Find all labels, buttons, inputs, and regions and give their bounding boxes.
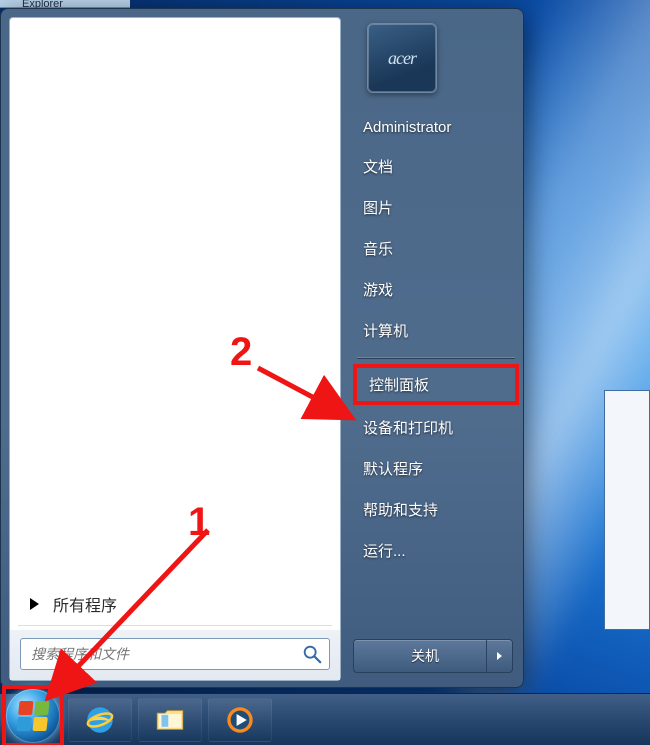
- user-picture[interactable]: acer: [367, 23, 437, 93]
- window-right-fragment: [604, 390, 650, 630]
- menu-run[interactable]: 运行...: [347, 530, 524, 571]
- menu-documents[interactable]: 文档: [347, 146, 524, 187]
- start-menu-left-panel: 所有程序: [9, 17, 341, 681]
- search-row: [10, 630, 340, 680]
- taskbar-item-media-player[interactable]: [208, 698, 272, 742]
- menu-help-support[interactable]: 帮助和支持: [347, 489, 524, 530]
- separator: [357, 357, 515, 358]
- windows-logo-icon: [16, 701, 49, 731]
- menu-default-programs[interactable]: 默认程序: [347, 448, 524, 489]
- pinned-programs-area: [10, 18, 340, 587]
- menu-computer[interactable]: 计算机: [347, 310, 524, 351]
- menu-control-panel[interactable]: 控制面板: [353, 364, 519, 405]
- shutdown-label: 关机: [354, 646, 486, 666]
- shutdown-options-split[interactable]: [486, 640, 512, 672]
- start-menu: 所有程序 acer Administrator 文档 图片 音乐 游戏 计算机 …: [0, 8, 524, 688]
- search-box[interactable]: [20, 638, 330, 670]
- folder-icon: [153, 703, 187, 737]
- taskbar: [0, 693, 650, 745]
- search-input[interactable]: [31, 646, 295, 662]
- taskbar-item-explorer[interactable]: [138, 698, 202, 742]
- start-button[interactable]: [6, 689, 60, 743]
- search-icon: [301, 643, 323, 665]
- menu-username[interactable]: Administrator: [347, 109, 524, 146]
- menu-pictures[interactable]: 图片: [347, 187, 524, 228]
- all-programs-button[interactable]: 所有程序: [10, 587, 340, 621]
- menu-devices-printers[interactable]: 设备和打印机: [347, 407, 524, 448]
- taskbar-item-ie[interactable]: [68, 698, 132, 742]
- triangle-right-icon: [30, 598, 39, 610]
- internet-explorer-icon: [83, 703, 117, 737]
- all-programs-label: 所有程序: [53, 592, 117, 616]
- chevron-right-icon: [497, 652, 502, 660]
- menu-music[interactable]: 音乐: [347, 228, 524, 269]
- shutdown-button[interactable]: 关机: [353, 639, 513, 673]
- window-titlebar-fragment: Explorer: [0, 0, 130, 8]
- menu-games[interactable]: 游戏: [347, 269, 524, 310]
- start-menu-right-panel: acer Administrator 文档 图片 音乐 游戏 计算机 控制面板 …: [347, 9, 524, 688]
- divider: [18, 625, 332, 626]
- user-picture-brand: acer: [388, 48, 416, 69]
- media-player-icon: [223, 703, 257, 737]
